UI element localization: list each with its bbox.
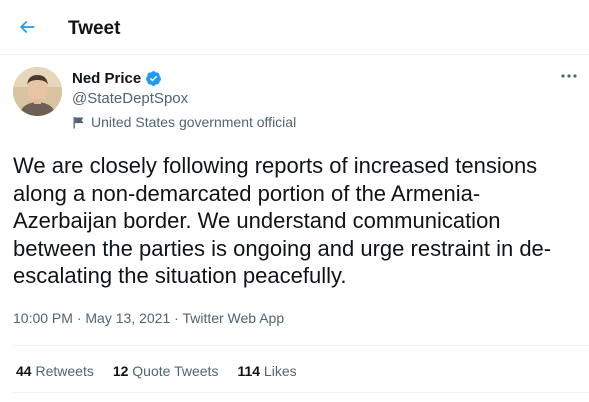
more-dots-icon — [561, 74, 577, 78]
quote-tweets-count: 12 — [112, 363, 133, 379]
retweets-stat[interactable]: 44 Retweets — [16, 362, 94, 380]
divider — [13, 392, 589, 393]
tweet-text: We are closely following reports of incr… — [13, 153, 552, 288]
retweets-count: 44 — [16, 363, 36, 379]
avatar[interactable] — [13, 67, 62, 116]
government-label[interactable]: United States government official — [72, 113, 296, 131]
tweet-stats: 44 Retweets 12 Quote Tweets 114 Likes — [16, 362, 316, 380]
tweet-time[interactable]: 10:00 PM — [13, 310, 73, 326]
government-label-text: United States government official — [91, 114, 297, 130]
tweet-source[interactable]: Twitter Web App — [182, 310, 284, 326]
likes-label: Likes — [263, 363, 297, 379]
divider — [13, 345, 589, 346]
arrow-left-icon — [20, 21, 35, 33]
page-title: Tweet — [68, 18, 121, 39]
likes-stat[interactable]: 114 Likes — [237, 362, 296, 380]
author-handle[interactable]: @StateDeptSpox — [72, 89, 188, 108]
flag-icon — [72, 116, 85, 129]
back-button[interactable] — [11, 11, 43, 43]
retweets-label: Retweets — [35, 363, 94, 379]
tweet-metadata: 10:00 PM · May 13, 2021 · Twitter Web Ap… — [13, 309, 284, 327]
likes-count: 114 — [237, 363, 264, 379]
avatar-portrait-icon — [13, 67, 62, 116]
author-name-row[interactable]: Ned Price — [72, 68, 162, 88]
tweet-date[interactable]: May 13, 2021 — [85, 310, 170, 326]
quote-tweets-label: Quote Tweets — [132, 363, 219, 379]
more-options-button[interactable] — [556, 65, 582, 87]
author-display-name[interactable]: Ned Price — [72, 70, 141, 87]
verified-badge-icon — [145, 70, 162, 87]
tweet-header: Tweet — [0, 0, 589, 55]
quote-tweets-stat[interactable]: 12 Quote Tweets — [113, 362, 219, 380]
